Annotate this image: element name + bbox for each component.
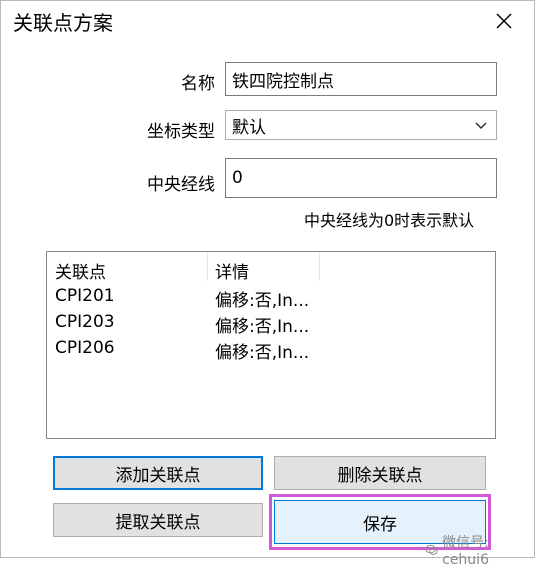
meridian-label: 中央经线 <box>147 175 215 195</box>
name-field[interactable]: 铁四院控制点 <box>225 62 497 96</box>
list-item-point: CPI201 <box>55 286 115 306</box>
watermark: 微信号: cehui6 <box>425 532 534 568</box>
coord-type-label: 坐标类型 <box>147 122 215 142</box>
chevron-down-icon <box>475 122 487 130</box>
column-divider[interactable] <box>207 253 208 281</box>
list-header: 关联点 详情 <box>47 252 495 283</box>
list-item-point: CPI206 <box>55 338 115 358</box>
list-item-detail: 偏移:否,In... <box>215 291 310 311</box>
column-header-detail[interactable]: 详情 <box>215 258 249 283</box>
column-header-point[interactable]: 关联点 <box>55 258 106 283</box>
watermark-text: 微信号: cehui6 <box>442 535 489 568</box>
delete-point-button[interactable]: 删除关联点 <box>274 456 486 490</box>
related-points-list[interactable]: 关联点 详情 CPI201 偏移:否,In... CPI203 偏移:否,In.… <box>46 251 496 439</box>
add-point-button[interactable]: 添加关联点 <box>53 456 263 490</box>
column-divider[interactable] <box>319 253 320 281</box>
title-bar: 关联点方案 <box>1 1 534 41</box>
extract-point-button[interactable]: 提取关联点 <box>53 503 263 537</box>
dialog-window: 关联点方案 名称 铁四院控制点 坐标类型 默认 中央经线 0 中央经线为0时表示… <box>0 0 535 568</box>
window-title: 关联点方案 <box>13 11 113 35</box>
name-field-value: 铁四院控制点 <box>232 71 334 92</box>
name-label: 名称 <box>181 74 215 94</box>
coord-type-value: 默认 <box>232 117 266 138</box>
coord-type-select[interactable]: 默认 <box>225 110 497 140</box>
meridian-field-value: 0 <box>232 168 243 188</box>
list-item[interactable]: CPI203 偏移:否,In... <box>47 310 495 337</box>
meridian-field[interactable]: 0 <box>225 158 497 198</box>
list-item-detail: 偏移:否,In... <box>215 317 310 337</box>
wechat-icon <box>425 544 438 555</box>
list-item[interactable]: CPI206 偏移:否,In... <box>47 336 495 363</box>
list-item[interactable]: CPI201 偏移:否,In... <box>47 284 495 311</box>
close-icon <box>496 13 512 29</box>
list-item-point: CPI203 <box>55 312 115 332</box>
list-item-detail: 偏移:否,In... <box>215 343 310 363</box>
meridian-hint: 中央经线为0时表示默认 <box>304 211 475 230</box>
close-button[interactable] <box>486 3 522 39</box>
